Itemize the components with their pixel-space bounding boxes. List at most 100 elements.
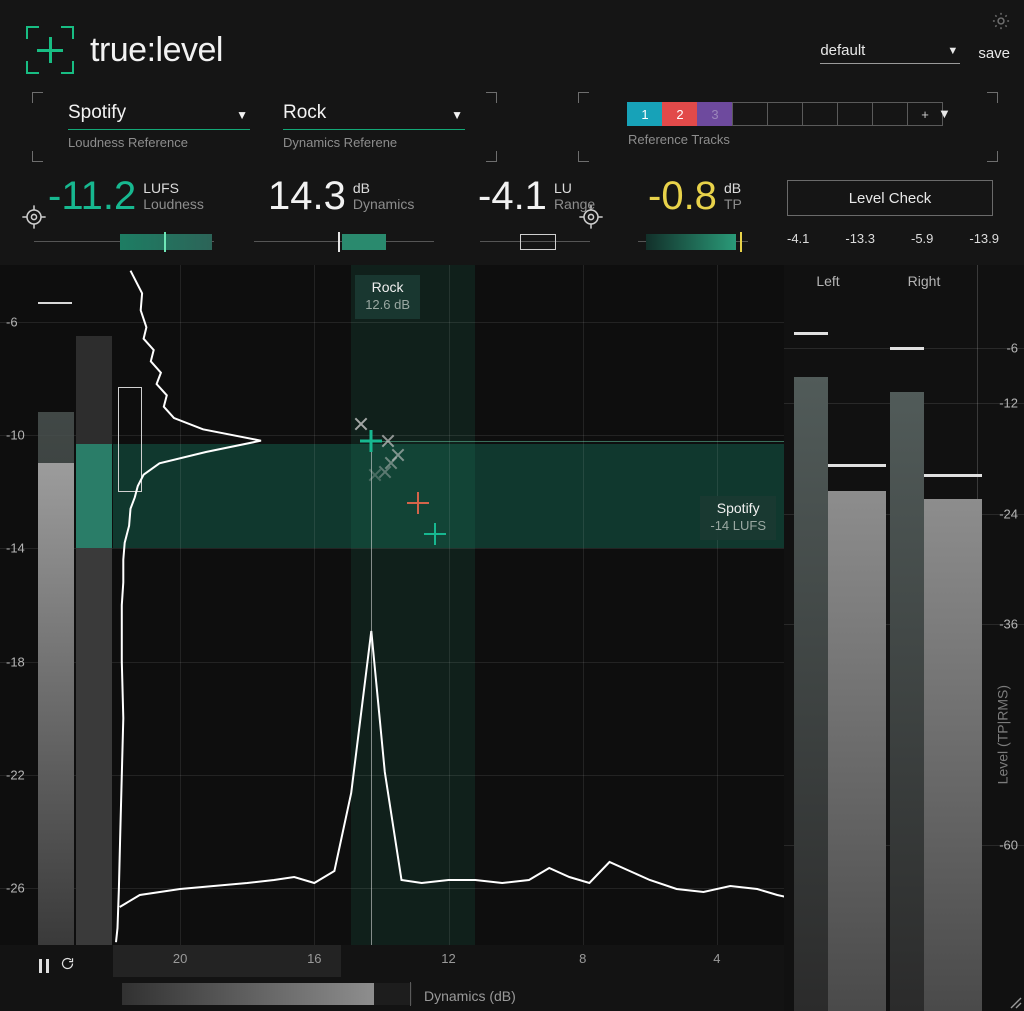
divider [410,982,411,1006]
meter-tick [338,232,340,252]
meter-right-rms-hold [924,474,982,477]
readout-truepeak-value: -0.8 [648,176,717,216]
resize-grip-icon[interactable] [1006,993,1022,1009]
x-axis-title: Dynamics (dB) [424,988,516,1004]
reference-tracks-label: Reference Tracks [628,132,943,147]
current-loudness-line [371,441,784,442]
chevron-down-icon: ▼ [451,108,463,122]
readout-range-label: Range [554,196,595,213]
reference-track-slot-7[interactable] [837,102,873,126]
selector-bar: Spotify Loudness Reference ▼ Rock Dynami… [0,88,1024,166]
chevron-down-icon[interactable]: ▼ [938,106,951,121]
gear-icon[interactable] [990,10,1012,32]
level-check-value-1: -4.1 [787,231,809,246]
preset-underline [820,63,960,64]
plugin-window: true:level default ▼ save Spotify Loudne… [0,0,1024,1011]
x-tick-label: 12 [441,951,455,966]
readout-truepeak-label: TP [724,196,742,213]
level-check-button[interactable]: Level Check [787,180,993,216]
x-range-thumb[interactable] [122,983,374,1005]
reference-track-slots: 123+ [628,102,943,126]
readout-dynamics-meter [254,232,434,252]
reference-track-slot-4[interactable] [732,102,768,126]
loudness-reference-value: Spotify [68,102,250,129]
meter-fill [120,234,212,250]
readout-loudness: -11.2LUFSLoudness [48,176,204,216]
reference-track-slot-1[interactable]: 1 [627,102,663,126]
meter-left-tp [794,377,828,1011]
preset-value: default [820,42,960,63]
save-button[interactable]: save [978,45,1010,62]
reset-circular-arrow-icon[interactable] [60,956,75,976]
x-tick-label: 20 [173,951,187,966]
x-range-scrollbar[interactable] [122,983,412,1005]
reference-track-slot-5[interactable] [767,102,803,126]
meter-axis-title: Level (TP|RMS) [994,685,1010,784]
loudness-underline [68,129,250,130]
dynamics-reference-label: Dynamics Referene [283,135,465,150]
loudness-reference-select[interactable]: Spotify Loudness Reference ▼ [68,102,250,150]
history-mark [367,467,383,483]
loudness-dynamics-chart[interactable]: Loudness (LUFS) -6-10-14-18-22-26Rock12.… [0,265,784,945]
meter-channel-label: Left [816,273,839,289]
readout-truepeak-unit: dB [724,181,742,196]
reference-point-2[interactable] [407,492,429,514]
readout-dynamics: 14.3dBDynamics [268,176,414,216]
reference-tracks: 123+ Reference Tracks ▼ [628,102,943,147]
meter-fill [342,234,386,250]
preset-select[interactable]: default ▼ [820,42,960,64]
meter-right-rms [924,499,982,1011]
meter-tick-label: -6 [1006,341,1018,356]
reference-track-slot-2[interactable]: 2 [662,102,698,126]
readout-loudness-value: -11.2 [48,176,136,216]
meter-tick [164,232,166,252]
reference-point-1[interactable] [424,523,446,545]
readout-truepeak-meter [638,232,748,252]
dynamics-reference-select[interactable]: Rock Dynamics Referene ▼ [283,102,465,150]
meter-tick-label: -12 [999,396,1018,411]
meter-tick-label: -24 [999,506,1018,521]
readout-range-unit: LU [554,181,595,196]
meter-channel-label: Right [908,273,941,289]
loudness-target-name: Spotify [710,500,766,518]
level-meters[interactable]: Level (TP|RMS) -6-12-24-36-60LeftRight [784,265,1024,1011]
meter-box [520,234,556,250]
reference-track-slot-6[interactable] [802,102,838,126]
meter-left-rms-hold [828,464,886,467]
loudness-reference-label: Loudness Reference [68,135,250,150]
app-logo: true:level [26,26,223,74]
dynamics-target-name: Rock [365,279,410,297]
readout-truepeak: -0.8 dBTP [648,176,742,216]
current-point-marker[interactable] [359,429,383,453]
chevron-down-icon: ▼ [947,45,958,57]
readout-range-meter [480,232,590,252]
app-title: true:level [90,31,223,70]
x-tick-label: 4 [713,951,720,966]
reference-track-slot-3[interactable]: 3 [697,102,733,126]
x-axis: 20 16 12 8 4 [0,945,784,977]
dynamics-target-annotation: Rock12.6 dB [355,275,420,319]
reference-track-slot-8[interactable] [872,102,908,126]
readout-dynamics-unit: dB [353,181,414,196]
level-check-value-3: -5.9 [911,231,933,246]
level-check-value-2: -13.3 [845,231,875,246]
loudness-target-annotation: Spotify-14 LUFS [700,496,776,540]
meter-left-tp-hold [794,332,828,335]
meter-fill [646,234,736,250]
meter-right-tp-hold [890,347,924,350]
readout-loudness-label: Loudness [143,196,204,213]
x-tick-label: 8 [579,951,586,966]
pause-icon[interactable] [38,959,50,973]
crosshair-logo-icon [26,26,74,74]
meter-left-rms [828,491,886,1011]
meter-tick-label: -60 [999,838,1018,853]
current-dynamics-line [371,441,372,945]
readout-range: -4.1LURange [478,176,595,216]
x-tick-label: 16 [307,951,321,966]
preset-bar: default ▼ save [820,42,1010,64]
level-check-value-4: -13.9 [969,231,999,246]
dynamics-histogram-curve [0,265,784,945]
meter-right-tp [890,392,924,1011]
dynamics-underline [283,129,465,130]
loudness-target-value: -14 LUFS [710,518,766,534]
